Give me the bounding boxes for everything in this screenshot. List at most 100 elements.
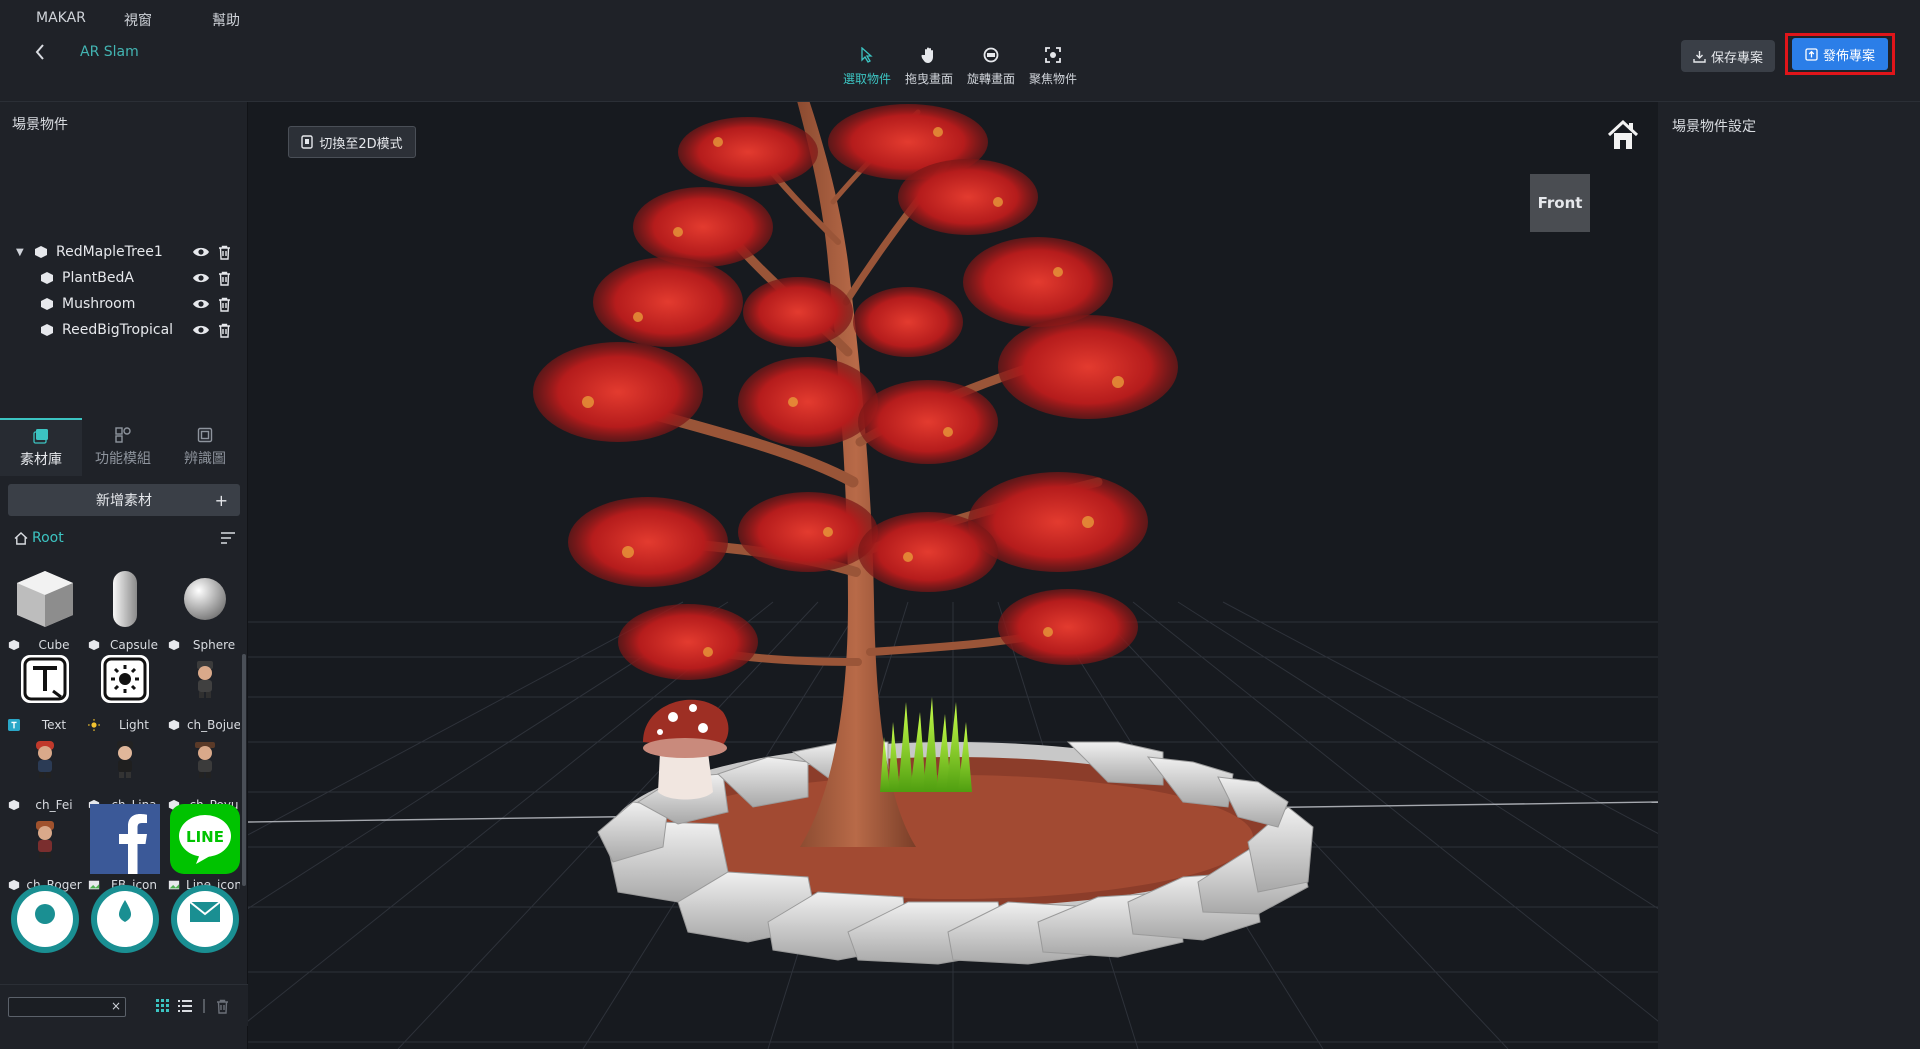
tab-assets[interactable]: 素材庫 (0, 418, 82, 476)
tool-rotate[interactable]: 旋轉畫面 (960, 44, 1022, 90)
library-tabs: 素材庫 功能模組 辨識圖 (0, 418, 248, 476)
scene-object-actions (192, 297, 231, 312)
cube-icon (41, 272, 53, 284)
home-icon (14, 531, 28, 545)
scene-object-row[interactable]: PlantBedA (0, 266, 248, 290)
scene-render[interactable] (248, 102, 1658, 1049)
trash-icon[interactable] (216, 999, 229, 1014)
asset-scrollbar[interactable] (242, 654, 246, 886)
asset-thumbnail (10, 884, 80, 954)
left-panel: 場景物件 ▼ RedMapleTree1 PlantBedA Mushroom … (0, 102, 248, 1049)
home-icon[interactable] (1606, 118, 1640, 152)
save-project-button[interactable]: 保存專案 (1681, 40, 1775, 72)
cursor-icon (856, 44, 878, 66)
publish-project-button[interactable]: 發佈專案 (1792, 38, 1888, 70)
scene-object-row[interactable]: Mushroom (0, 292, 248, 316)
menu-item-makar[interactable]: MAKAR (36, 10, 124, 30)
sort-icon[interactable] (220, 532, 236, 544)
asset-thumbnail (10, 724, 80, 794)
list-view-icon[interactable] (178, 999, 192, 1013)
asset-thumbnail (90, 644, 160, 714)
tab-modules-label: 功能模組 (95, 450, 151, 467)
add-asset-button[interactable]: 新增素材 + (8, 484, 240, 516)
upload-icon (1805, 47, 1818, 61)
clear-search-icon[interactable]: × (111, 999, 121, 1013)
breadcrumb[interactable]: Root (14, 530, 64, 546)
menu-bar: MAKAR 視窗 幫助 (36, 10, 300, 30)
scene-toolbar: 選取物件 拖曳畫面 旋轉畫面 聚焦物件 (836, 44, 1084, 90)
scene-object-name: Mushroom (62, 296, 136, 312)
scene-object-name: ReedBigTropical (62, 322, 174, 338)
target-image-icon (197, 427, 213, 442)
scene-objects-title: 場景物件 (12, 117, 68, 133)
view-toggle (156, 998, 229, 1014)
tool-focus-label: 聚焦物件 (1028, 72, 1077, 86)
rotate-icon (980, 44, 1002, 66)
asset-search-input[interactable]: × (8, 997, 126, 1017)
tool-pan-label: 拖曳畫面 (904, 72, 953, 86)
modules-icon (115, 426, 131, 443)
switch-2d-button[interactable]: 切換至2D模式 (288, 126, 416, 158)
asset-bottom-bar: × (0, 984, 248, 1026)
add-asset-label: 新增素材 (96, 493, 152, 509)
asset-thumbnail (170, 724, 240, 794)
tab-modules[interactable]: 功能模組 (82, 418, 164, 476)
menu-item-window[interactable]: 視窗 (124, 10, 212, 30)
assets-icon (33, 428, 48, 444)
eye-icon[interactable] (192, 324, 210, 336)
switch-2d-label: 切換至2D模式 (319, 136, 403, 152)
asset-thumbnail (10, 644, 80, 714)
document-icon (301, 135, 314, 149)
asset-thumbnail (170, 644, 240, 714)
asset-thumbnail: LINE (170, 804, 240, 874)
scene-object-actions (192, 323, 231, 338)
asset-grid: Cube Capsule Sphere Text Light ch_Bojue … (4, 564, 240, 1049)
cube-icon (41, 324, 53, 336)
asset-thumbnail (10, 564, 80, 634)
tool-select-label: 選取物件 (842, 72, 891, 86)
tool-pan[interactable]: 拖曳畫面 (898, 44, 960, 90)
asset-thumbnail (170, 884, 240, 954)
menu-item-help[interactable]: 幫助 (212, 10, 300, 30)
tab-target-images[interactable]: 辨識圖 (164, 418, 246, 476)
download-icon (1693, 50, 1706, 63)
scene-object-row[interactable]: ReedBigTropical (0, 318, 248, 342)
trash-icon[interactable] (218, 271, 231, 286)
asset-item[interactable] (164, 884, 240, 982)
view-cube[interactable]: Front (1530, 174, 1590, 232)
asset-thumbnail (10, 804, 80, 874)
scene-viewport[interactable]: 切換至2D模式 Front (248, 102, 1658, 1049)
chevron-left-icon (35, 44, 44, 60)
tool-select[interactable]: 選取物件 (836, 44, 898, 90)
back-button[interactable] (34, 42, 50, 62)
asset-thumbnail (90, 884, 160, 954)
plus-icon: + (214, 490, 228, 510)
cube-icon (35, 246, 47, 258)
scene-object-name: PlantBedA (62, 270, 134, 286)
eye-icon[interactable] (192, 246, 210, 258)
hand-icon (918, 44, 940, 66)
top-bar: MAKAR 視窗 幫助 AR Slam 選取物件 拖曳畫面 旋轉畫面 聚焦物件 … (0, 0, 1920, 102)
asset-thumbnail (90, 564, 160, 634)
focus-icon (1042, 44, 1064, 66)
red-maple-tree (533, 102, 1178, 847)
eye-icon[interactable] (192, 298, 210, 310)
grid-view-icon[interactable] (156, 999, 170, 1013)
divider (203, 999, 205, 1013)
expand-caret-icon[interactable]: ▼ (16, 247, 28, 258)
project-name: AR Slam (80, 44, 139, 60)
view-cube-label: Front (1537, 194, 1583, 212)
trash-icon[interactable] (218, 297, 231, 312)
eye-icon[interactable] (192, 272, 210, 284)
scene-object-row[interactable]: ▼ RedMapleTree1 (0, 240, 248, 264)
tab-assets-label: 素材庫 (20, 451, 62, 468)
asset-item[interactable] (4, 884, 84, 982)
tool-focus[interactable]: 聚焦物件 (1022, 44, 1084, 90)
trash-icon[interactable] (218, 245, 231, 260)
scene-object-actions (192, 271, 231, 286)
save-project-label: 保存專案 (1710, 50, 1763, 66)
properties-panel: 場景物件設定 (1658, 102, 1920, 1049)
scene-object-name: RedMapleTree1 (56, 244, 163, 260)
asset-item[interactable] (84, 884, 164, 982)
trash-icon[interactable] (218, 323, 231, 338)
